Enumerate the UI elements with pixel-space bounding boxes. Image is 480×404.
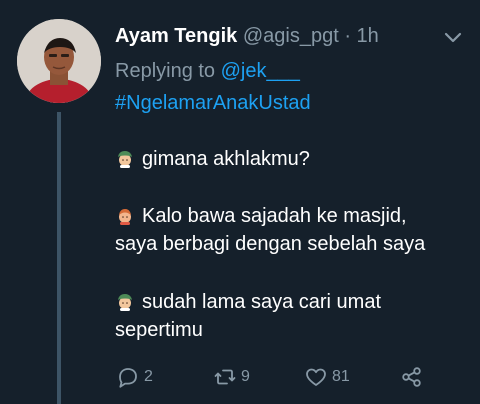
thread-line [57,112,61,404]
author-handle[interactable]: @agis_pgt [243,25,339,47]
tweet-actions: 2 9 81 [0,363,480,391]
reply-icon [114,365,142,389]
like-count: 81 [332,368,350,385]
tweet-header: Ayam Tengik @agis_pgt · 1h [115,22,480,50]
tweet-text-line-5: sepertimu [115,319,203,341]
chevron-down-icon[interactable] [443,31,463,45]
share-icon [398,365,426,389]
reply-count: 2 [144,368,153,385]
tweet-time[interactable]: 1h [357,25,379,47]
author-display-name[interactable]: Ayam Tengik [115,25,237,47]
like-button[interactable]: 81 [302,363,350,391]
replying-to-prefix: Replying to [115,60,221,82]
replying-to: Replying to @jek___ [115,57,300,85]
avatar[interactable] [17,19,101,103]
reply-button[interactable]: 2 [114,363,153,391]
retweet-count: 9 [241,368,250,385]
retweet-icon [211,365,239,389]
reply-mention-link[interactable]: @jek___ [221,60,300,82]
man-with-turban-emoji [115,149,135,177]
tweet-text-line-1: gimana akhlakmu? [115,145,310,177]
hashtag-link[interactable]: #NgelamarAnakUstad [115,89,311,117]
share-button[interactable] [398,363,426,391]
heart-icon [302,365,330,389]
meta-separator: · [344,25,351,47]
retweet-button[interactable]: 9 [211,363,250,391]
tweet[interactable]: Ayam Tengik @agis_pgt · 1h Replying to @… [0,0,480,404]
tweet-text-line-3: saya berbagi dengan sebelah saya [115,233,426,255]
avatar-photo [17,19,101,103]
